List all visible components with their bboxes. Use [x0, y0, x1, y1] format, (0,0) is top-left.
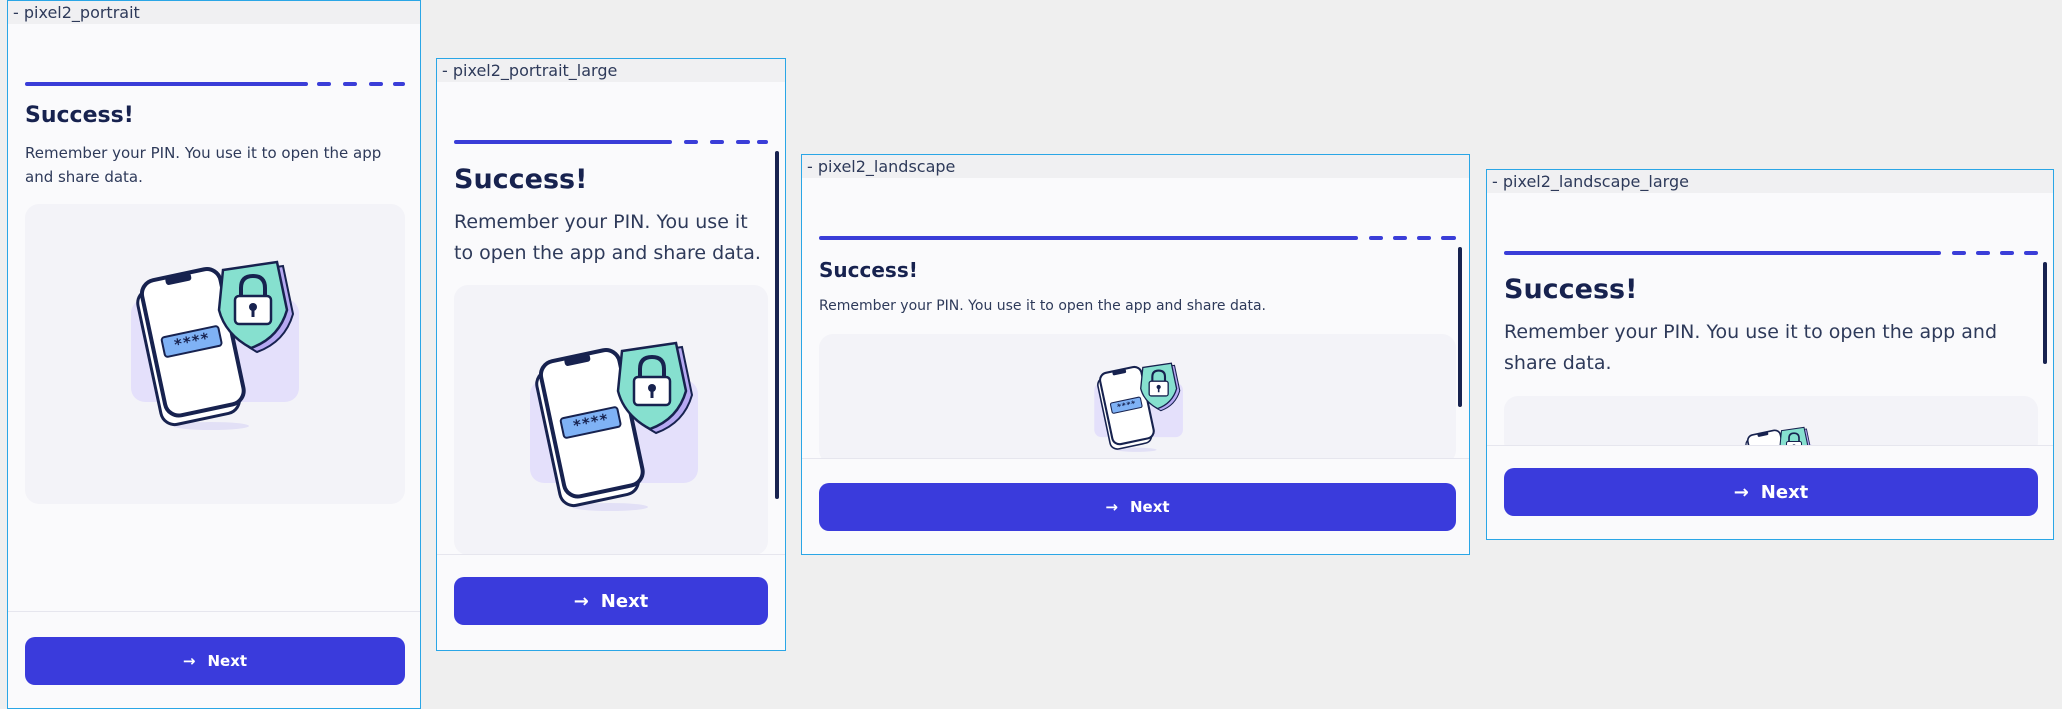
next-button[interactable]: → Next: [1504, 468, 2038, 516]
next-button[interactable]: → Next: [454, 577, 768, 625]
arrow-right-icon: →: [1733, 481, 1749, 503]
frame-label: - pixel2_landscape: [802, 155, 1469, 178]
page-title: Success!: [1504, 274, 1638, 305]
page-title: Success!: [454, 164, 588, 195]
device-frame-portrait-large: - pixel2_portrait_large Success! Remembe…: [436, 58, 786, 651]
progress-indicator: [454, 140, 768, 144]
next-button[interactable]: → Next: [25, 637, 405, 685]
progress-indicator: [819, 236, 1456, 240]
message-text: Remember your PIN. You use it to open th…: [25, 144, 382, 186]
phone-pin-lock-illustration: [520, 335, 700, 515]
arrow-right-icon: →: [573, 590, 589, 612]
next-button-label: Next: [1130, 498, 1170, 516]
next-button[interactable]: → Next: [819, 483, 1456, 531]
device-frame-landscape-large: - pixel2_landscape_large Success! Rememb…: [1486, 169, 2054, 540]
illustration-card: [25, 204, 405, 504]
message-text: Remember your PIN. You use it to open th…: [454, 211, 761, 264]
frame-label: - pixel2_landscape_large: [1487, 170, 2053, 193]
illustration-card: [819, 334, 1456, 464]
device-frame-landscape: - pixel2_landscape Success! Remember you…: [801, 154, 1470, 555]
progress-indicator: [25, 82, 405, 86]
scrollbar[interactable]: [2043, 262, 2047, 364]
phone-pin-lock-illustration: [121, 254, 301, 434]
phone-pin-lock-illustration: [1089, 359, 1184, 454]
footer: → Next: [437, 554, 785, 650]
illustration-card: [454, 285, 768, 555]
footer: → Next: [8, 611, 420, 708]
next-button-label: Next: [1760, 481, 1809, 503]
next-button-label: Next: [600, 590, 649, 612]
frame-label: - pixel2_portrait_large: [437, 59, 785, 82]
scrollbar[interactable]: [775, 151, 779, 499]
arrow-right-icon: →: [1105, 498, 1118, 516]
progress-indicator: [1504, 251, 2038, 255]
message-text: Remember your PIN. You use it to open th…: [819, 298, 1266, 314]
message-text: Remember your PIN. You use it to open th…: [1504, 321, 1998, 374]
footer: → Next: [1487, 445, 2053, 539]
arrow-right-icon: →: [182, 652, 196, 670]
footer: → Next: [802, 458, 1469, 554]
scrollbar[interactable]: [1458, 247, 1462, 407]
page-title: Success!: [25, 103, 134, 128]
frame-label: - pixel2_portrait: [8, 1, 420, 24]
device-frame-portrait: - pixel2_portrait Success! Remember your…: [7, 0, 421, 709]
next-button-label: Next: [207, 652, 248, 670]
page-title: Success!: [819, 258, 918, 282]
